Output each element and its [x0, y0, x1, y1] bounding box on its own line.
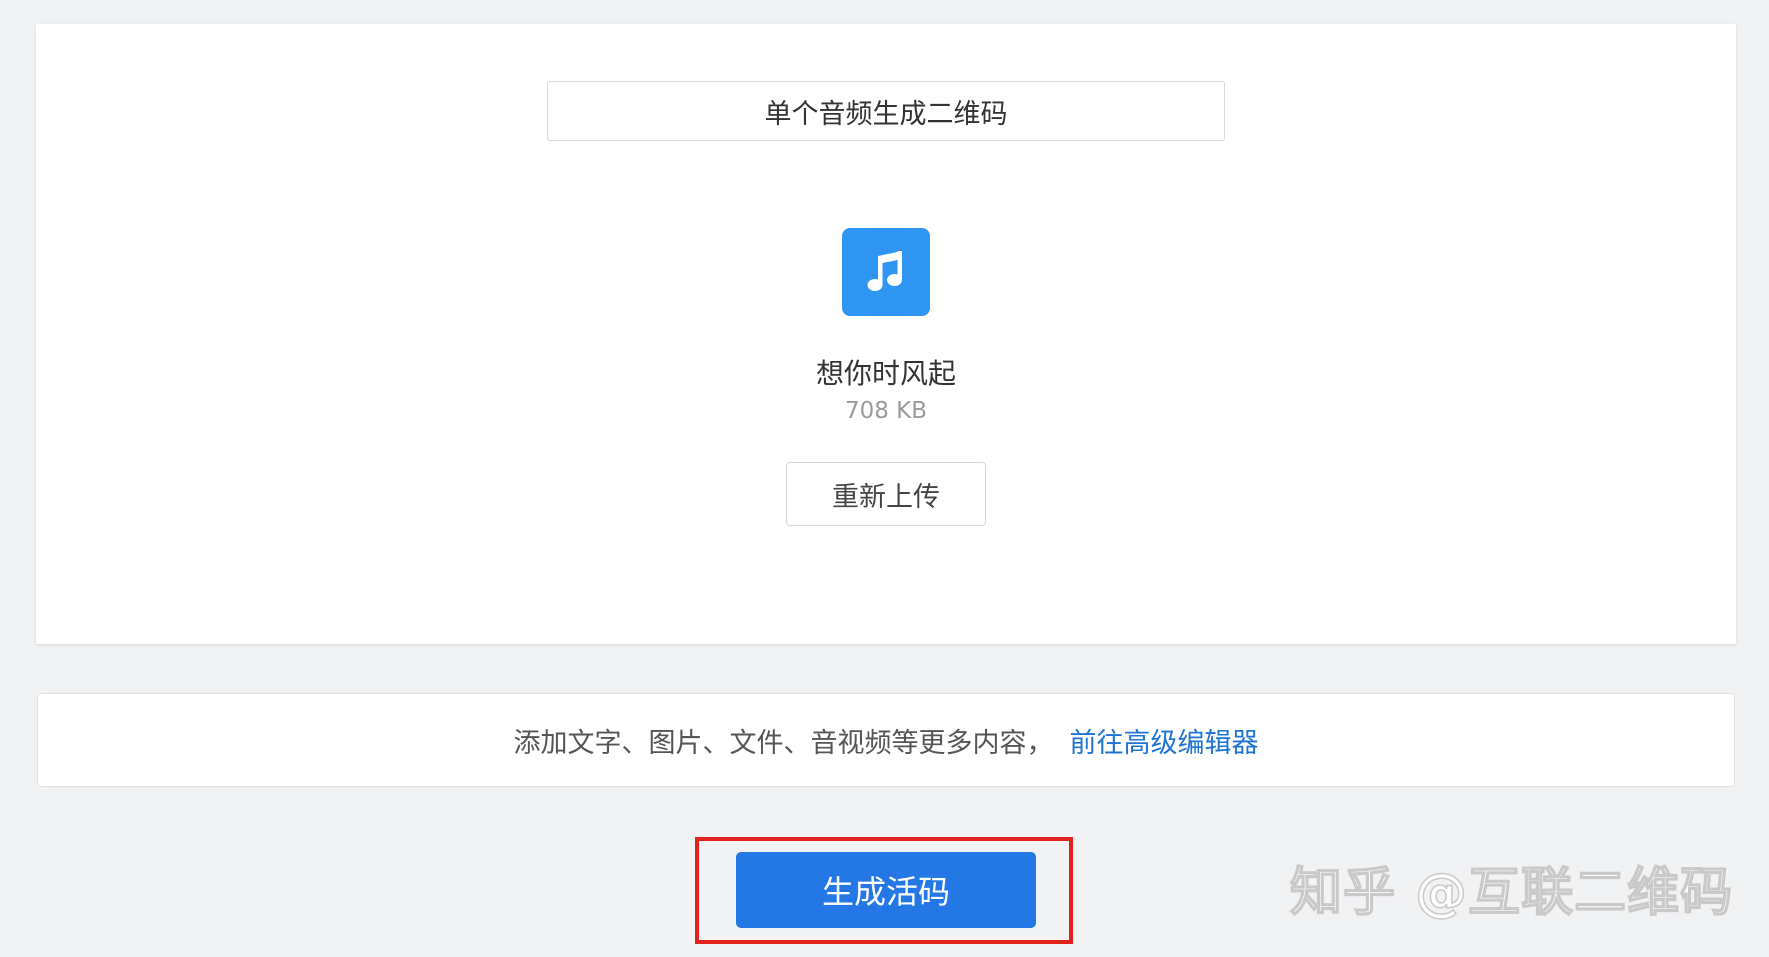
mode-title: 单个音频生成二维码	[764, 98, 1008, 130]
advanced-editor-link[interactable]: 前往高级编辑器	[1070, 721, 1259, 760]
advanced-editor-hint: 添加文字、图片、文件、音视频等更多内容， 前往高级编辑器	[37, 693, 1735, 787]
reupload-button[interactable]: 重新上传	[786, 462, 986, 526]
upload-card: 单个音频生成二维码 想你时风起 708 KB 重新上传	[36, 24, 1736, 644]
music-note-icon	[842, 228, 930, 316]
watermark: 知乎 @互联二维码	[1289, 862, 1734, 924]
generate-code-button-label: 生成活码	[821, 873, 950, 911]
generate-code-button[interactable]: 生成活码	[736, 852, 1036, 928]
reupload-button-label: 重新上传	[832, 481, 940, 513]
file-size: 708 KB	[844, 398, 928, 424]
file-name: 想你时风起	[815, 357, 956, 390]
mode-title-box: 单个音频生成二维码	[547, 81, 1225, 141]
hint-text: 添加文字、图片、文件、音视频等更多内容，	[513, 727, 1054, 759]
